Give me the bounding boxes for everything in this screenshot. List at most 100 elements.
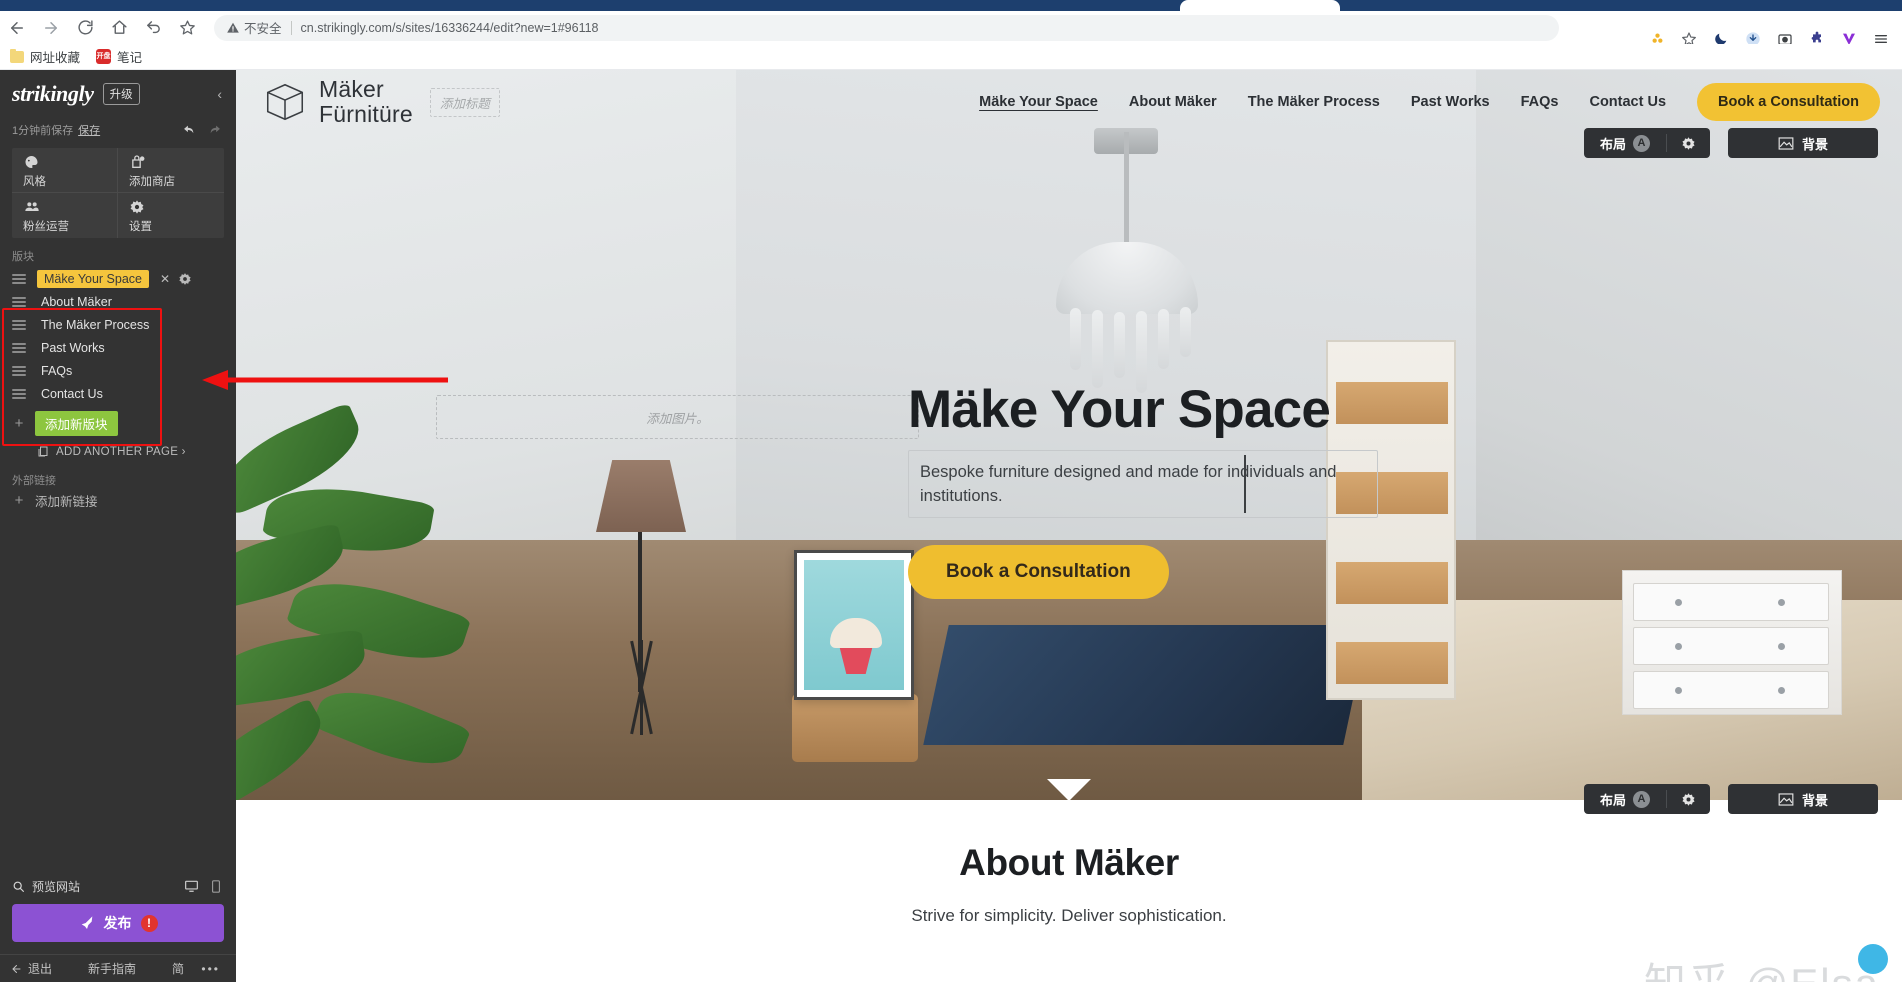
sidebar-section-about-maker[interactable]: About Mäker [0,290,236,313]
save-button[interactable]: 保存 [78,122,100,138]
section-label: Past Works [41,340,105,355]
reload-icon[interactable] [68,14,102,42]
drag-handle-icon[interactable] [12,273,26,284]
publish-button[interactable]: 发布 ! [12,904,224,942]
nav-link-past-works[interactable]: Past Works [1411,94,1490,110]
sidebar-section-make-your-space[interactable]: Mäke Your Space ✕ [0,267,236,290]
sidebar-tile-label: 粉丝运营 [23,221,69,233]
language-toggle[interactable]: 简 [136,960,184,977]
hero-subheading[interactable]: Bespoke furniture designed and made for … [908,450,1378,518]
bookmark-item[interactable]: 网址收藏 [10,47,80,66]
security-warning[interactable]: 不安全 [226,18,282,37]
drag-handle-icon[interactable] [12,296,26,307]
sidebar-tile-add-store[interactable]: 添加商店 [118,148,224,193]
save-status-text: 1分钟前保存 [12,125,74,137]
page-icon [38,446,48,457]
desktop-icon[interactable] [183,879,200,893]
url-text: cn.strikingly.com/s/sites/16336244/edit?… [300,20,599,35]
image-icon [1778,792,1794,806]
drag-handle-icon[interactable] [12,319,26,330]
room-dresser [1622,570,1842,715]
add-external-link-button[interactable]: + 添加新链接 [0,491,236,510]
back-icon[interactable] [0,14,34,42]
about-subheading[interactable]: Strive for simplicity. Deliver sophistic… [236,906,1902,926]
nav-link-faqs[interactable]: FAQs [1521,94,1559,110]
watermark: 知乎 @Elsa [1644,950,1880,982]
exit-button[interactable]: 退出 [0,960,52,977]
home-icon[interactable] [102,14,136,42]
store-add-icon [129,154,224,170]
mobile-icon[interactable] [212,879,220,893]
background-button[interactable]: 背景 [1728,128,1878,158]
about-heading[interactable]: About Mäker [236,842,1902,884]
sidebar-tile-settings[interactable]: 设置 [118,193,224,238]
save-status-row: 1分钟前保存 保存 [0,118,236,142]
room-plant [236,400,526,800]
chevron-left-icon[interactable]: ‹ [217,86,222,102]
background-button[interactable]: 背景 [1728,784,1878,814]
bookmark-item[interactable]: 开盘 笔记 [96,47,142,66]
site-navigation: Mäke Your Space About Mäker The Mäker Pr… [979,83,1880,121]
room-stump [792,694,918,762]
room-framed-picture [794,550,914,700]
section-label: FAQs [41,363,73,378]
drag-handle-icon[interactable] [12,342,26,353]
editor-sidebar: strikingly 升级 ‹ 1分钟前保存 保存 风格 添加商店 粉丝运营 设… [0,70,236,982]
address-bar[interactable]: 不安全 cn.strikingly.com/s/sites/16336244/e… [214,14,1559,41]
exit-label: 退出 [28,962,53,976]
add-another-page-button[interactable]: ADD ANOTHER PAGE › [0,445,236,458]
section-label: Mäke Your Space [37,269,149,288]
upgrade-button[interactable]: 升级 [102,83,140,105]
layout-button[interactable]: 布局 A [1584,790,1666,809]
close-icon[interactable]: ✕ [160,272,170,286]
site-title-placeholder[interactable]: 添加标题 [429,87,500,117]
nav-link-the-maker-process[interactable]: The Mäker Process [1248,94,1380,110]
drag-handle-icon[interactable] [12,365,26,376]
beginner-guide-button[interactable]: 新手指南 [52,960,136,977]
sections-heading: 版块 [12,251,34,263]
bookmark-star-icon[interactable] [170,14,204,42]
forward-icon[interactable] [34,14,68,42]
hero-book-consultation-button[interactable]: Book a Consultation [908,545,1169,599]
folder-icon [10,48,24,63]
section-label: Contact Us [41,386,103,401]
plus-icon: + [14,415,24,432]
undo-icon[interactable] [136,14,170,42]
drag-handle-icon[interactable] [12,388,26,399]
sidebar-tile-style[interactable]: 风格 [12,148,118,193]
gear-icon[interactable] [178,272,192,286]
section-label: About Mäker [41,294,112,309]
external-links-heading: 外部链接 [12,475,56,487]
sidebar-section-past-works[interactable]: Past Works [0,336,236,359]
publish-alert-badge: ! [140,914,158,932]
nav-book-consultation-button[interactable]: Book a Consultation [1697,83,1880,121]
nav-link-contact-us[interactable]: Contact Us [1589,94,1666,110]
browser-active-tab[interactable] [1180,0,1340,11]
audience-icon [23,199,117,215]
site-logo[interactable]: Mäker Fürnitüre [262,77,413,127]
warning-triangle-icon [227,22,239,33]
help-chat-button[interactable] [1858,944,1888,974]
editor-toolbar-about: 布局 A 背景 [1583,784,1878,814]
settings-gear-button[interactable] [1667,792,1710,807]
text-cursor [1244,455,1246,513]
hero-heading[interactable]: Mäke Your Space [908,380,1468,440]
add-section-button[interactable]: + 添加新版块 [0,411,236,436]
browser-tab-strip[interactable] [0,0,1902,11]
settings-gear-button[interactable] [1667,136,1710,151]
browser-navigation-bar: 不安全 cn.strikingly.com/s/sites/16336244/e… [0,11,1902,46]
room-rug [923,625,1369,745]
logo-line-2: Fürnitüre [319,101,413,127]
layout-button[interactable]: 布局 A [1584,134,1666,153]
nav-link-make-your-space[interactable]: Mäke Your Space [979,94,1098,110]
strikingly-logo[interactable]: strikingly [12,81,94,107]
hero-image-placeholder[interactable]: 添加图片。 [436,395,919,439]
preview-label: 预览网站 [32,879,81,894]
nav-link-about-maker[interactable]: About Mäker [1129,94,1217,110]
sidebar-section-the-maker-process[interactable]: The Mäker Process [0,313,236,336]
sidebar-tile-audience[interactable]: 粉丝运营 [12,193,118,238]
publish-label: 发布 [103,915,132,931]
gear-icon [1682,136,1695,150]
preview-site-button[interactable]: 预览网站 [0,872,236,900]
more-options-button[interactable]: ••• [201,962,236,976]
